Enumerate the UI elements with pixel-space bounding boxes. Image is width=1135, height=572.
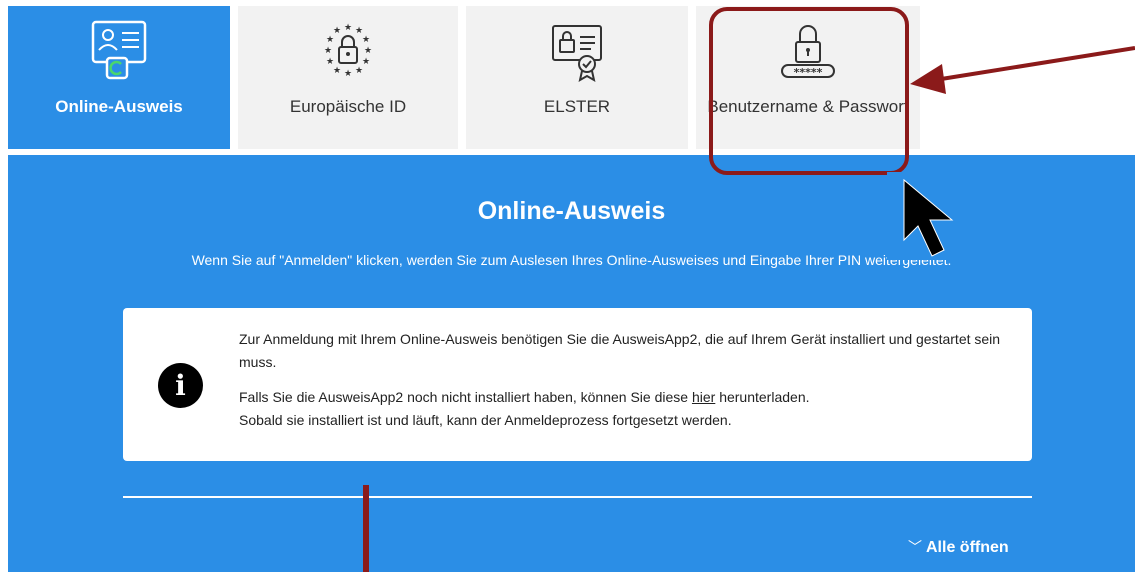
annotation-vertical-line — [363, 485, 369, 572]
annotation-arrowhead — [910, 64, 946, 94]
annotation-arrow-line — [934, 46, 1135, 82]
annotation-overlay — [887, 46, 1135, 260]
